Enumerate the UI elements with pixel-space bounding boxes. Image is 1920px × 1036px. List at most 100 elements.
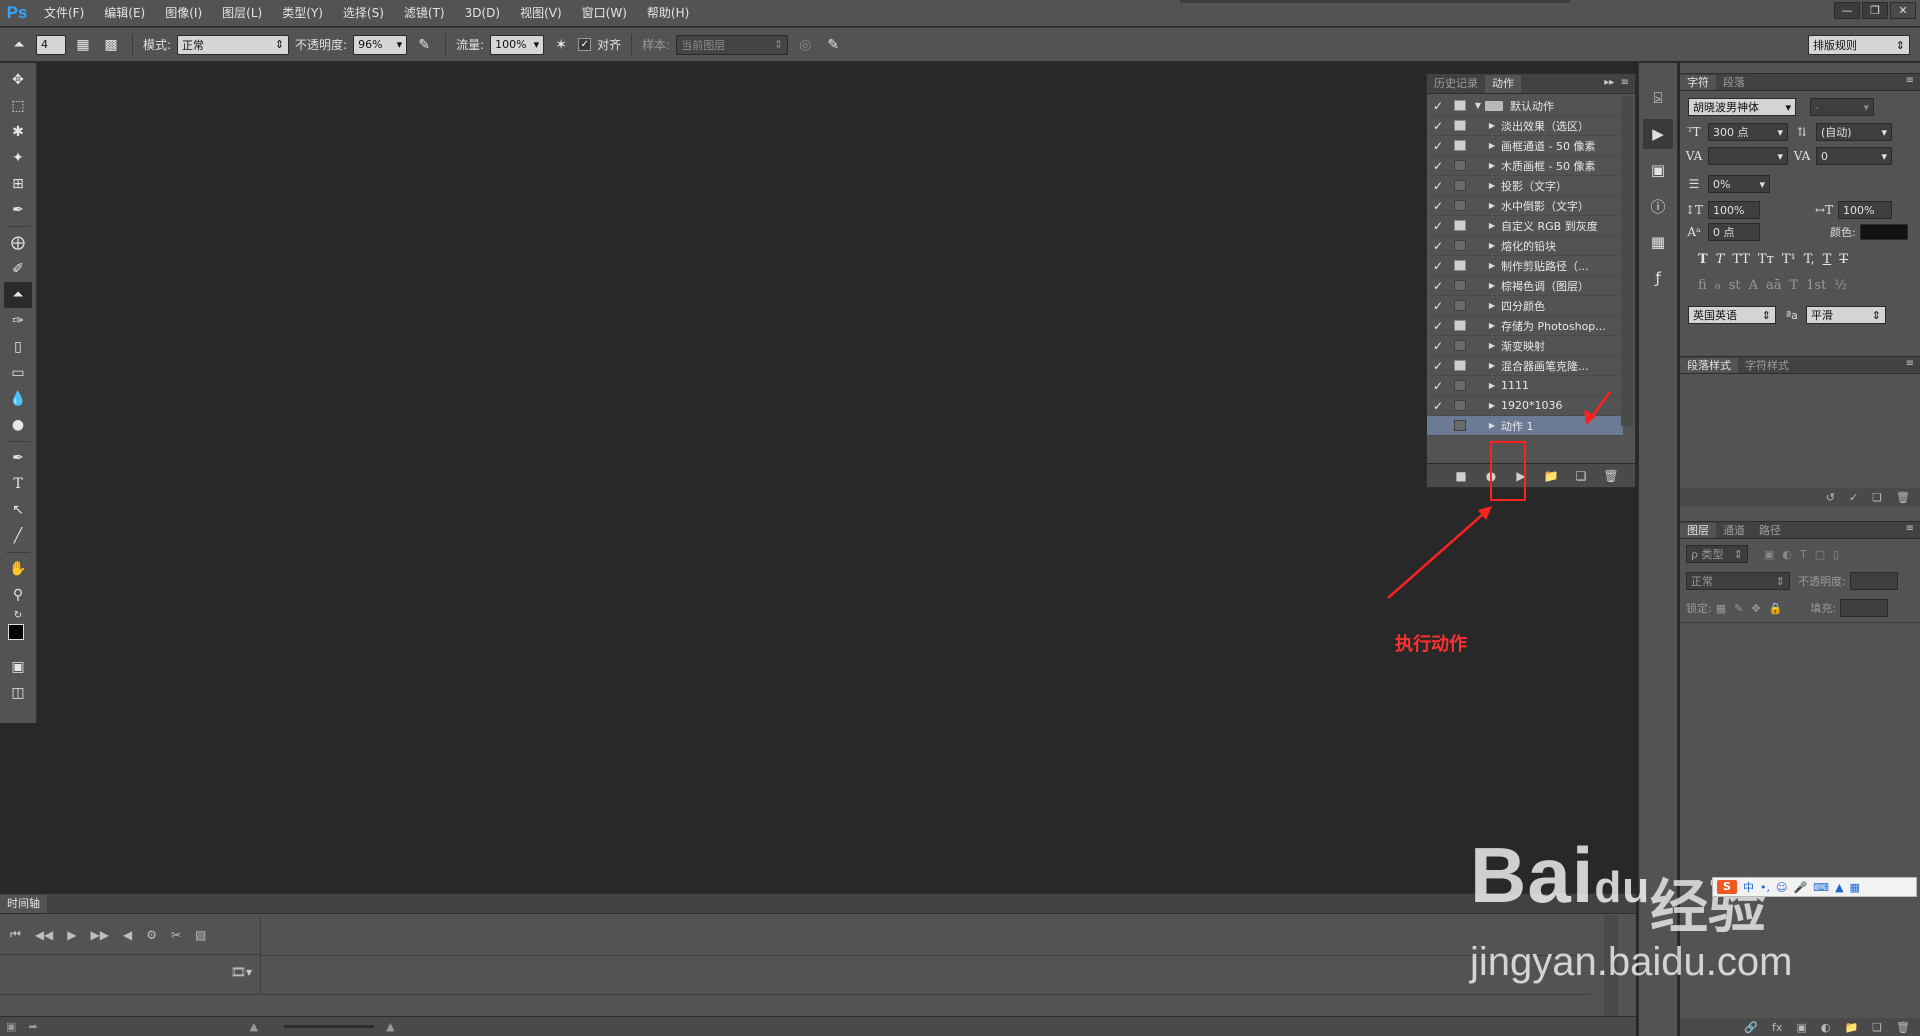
check-icon[interactable]: ✓ bbox=[1427, 119, 1449, 133]
old-style-button[interactable]: ℴ bbox=[1715, 278, 1721, 293]
quick-mask-icon[interactable]: ▣ bbox=[4, 654, 32, 680]
collapsed-triangle-icon[interactable]: ▶ bbox=[1485, 281, 1499, 290]
dialog-toggle[interactable] bbox=[1454, 180, 1466, 191]
strikethrough-button[interactable]: T bbox=[1839, 252, 1848, 267]
crop-tool-icon[interactable]: ⊞ bbox=[4, 171, 32, 197]
ordinals-button[interactable]: 1st bbox=[1806, 278, 1826, 293]
clone-stamp-preset-icon[interactable]: ⏶ bbox=[8, 34, 30, 56]
history-panel-icon[interactable]: ⍄ bbox=[1643, 83, 1673, 113]
move-tool-icon[interactable]: ✥ bbox=[4, 67, 32, 93]
keyboard-icon[interactable]: ⌨ bbox=[1813, 881, 1829, 894]
dialog-toggle[interactable] bbox=[1454, 300, 1466, 311]
layer-style-icon[interactable]: fx bbox=[1772, 1021, 1782, 1034]
audio-icon[interactable]: ◀ bbox=[123, 928, 132, 942]
swatches-icon[interactable]: ▦ bbox=[1643, 227, 1673, 257]
play-icon[interactable]: ▶ bbox=[67, 928, 76, 942]
dialog-toggle[interactable] bbox=[1454, 160, 1466, 171]
info-icon[interactable]: ⓘ bbox=[1643, 191, 1673, 221]
new-layer-icon[interactable]: ❏ bbox=[1872, 1021, 1882, 1034]
action-row[interactable]: ✓ ▶ 水中倒影（文字） bbox=[1427, 196, 1623, 216]
foreground-color[interactable] bbox=[8, 624, 24, 640]
commit-icon[interactable]: ✓ bbox=[1849, 491, 1858, 504]
microphone-icon[interactable]: 🎤 bbox=[1793, 881, 1807, 894]
action-row[interactable]: ✓ ▶ 自定义 RGB 到灰度 bbox=[1427, 216, 1623, 236]
pressure-size-icon[interactable]: ✎ bbox=[822, 34, 844, 56]
delete-style-icon[interactable]: 🗑 bbox=[1896, 491, 1910, 504]
dialog-toggle[interactable] bbox=[1454, 200, 1466, 211]
zoom-tool-icon[interactable]: ⚲ bbox=[4, 582, 32, 608]
new-set-icon[interactable]: 📁 bbox=[1543, 469, 1559, 483]
action-row[interactable]: ✓ ▶ 熔化的铅块 bbox=[1427, 236, 1623, 256]
tab-paragraph-styles[interactable]: 段落样式 bbox=[1680, 358, 1738, 373]
frame-animation-icon[interactable]: ▣ bbox=[6, 1020, 16, 1033]
baseline-shift-field[interactable]: 0 点 bbox=[1708, 223, 1760, 241]
layer-fill-field[interactable] bbox=[1839, 599, 1888, 617]
collapsed-triangle-icon[interactable]: ▶ bbox=[1485, 221, 1499, 230]
ignore-adjustment-icon[interactable]: ◎ bbox=[794, 34, 816, 56]
subscript-button[interactable]: T, bbox=[1804, 252, 1815, 267]
actions-panel-icon[interactable]: ▶ bbox=[1643, 119, 1673, 149]
all-caps-button[interactable]: TT bbox=[1732, 252, 1750, 267]
check-icon[interactable]: ✓ bbox=[1427, 159, 1449, 173]
lock-icons[interactable]: ▦✎✥🔒 bbox=[1716, 602, 1791, 615]
timeline-zoom-slider[interactable] bbox=[284, 1025, 375, 1028]
settings-gear-icon[interactable]: ⚙ bbox=[146, 928, 157, 942]
action-row[interactable]: ✓ ▶ 四分颜色 bbox=[1427, 296, 1623, 316]
opacity-select[interactable]: 96% ▾ bbox=[353, 34, 408, 55]
action-row[interactable]: ✓ ▶ 1111 bbox=[1427, 376, 1623, 396]
sogou-logo[interactable]: S bbox=[1717, 880, 1737, 894]
dialog-toggle[interactable] bbox=[1454, 260, 1466, 271]
marquee-tool-icon[interactable]: ⬚ bbox=[4, 93, 32, 119]
dialog-toggle[interactable] bbox=[1454, 280, 1466, 291]
lasso-tool-icon[interactable]: ✱ bbox=[4, 119, 32, 145]
check-icon[interactable]: ✓ bbox=[1427, 339, 1449, 353]
check-icon[interactable]: ✓ bbox=[1427, 319, 1449, 333]
action-row[interactable]: ✓ ▶ 混合器画笔克隆... bbox=[1427, 356, 1623, 376]
collapsed-triangle-icon[interactable]: ▶ bbox=[1485, 361, 1499, 370]
vertical-scale-field[interactable]: 100% bbox=[1708, 201, 1760, 219]
faux-italic-button[interactable]: T bbox=[1716, 252, 1725, 267]
collapsed-triangle-icon[interactable]: ▶ bbox=[1485, 321, 1499, 330]
collapsed-triangle-icon[interactable]: ▶ bbox=[1485, 341, 1499, 350]
delete-layer-icon[interactable]: 🗑 bbox=[1896, 1021, 1910, 1034]
mode-select[interactable]: 正常 ⇕ bbox=[177, 34, 290, 55]
dialog-toggle[interactable] bbox=[1454, 140, 1466, 151]
collapsed-triangle-icon[interactable]: ▶ bbox=[1485, 421, 1499, 430]
transition-icon[interactable]: ▧ bbox=[195, 928, 206, 942]
superscript-button[interactable]: T¹ bbox=[1782, 252, 1796, 267]
punctuation-icon[interactable]: •, bbox=[1760, 881, 1770, 894]
gradient-tool-icon[interactable]: ▭ bbox=[4, 360, 32, 386]
eyedropper-tool-icon[interactable]: ✒ bbox=[4, 197, 32, 223]
panel-menu-icon[interactable]: ≡ bbox=[1906, 523, 1914, 534]
dialog-toggle[interactable] bbox=[1454, 320, 1466, 331]
emoji-icon[interactable]: ☺ bbox=[1776, 881, 1787, 894]
expanded-triangle-icon[interactable]: ▼ bbox=[1471, 101, 1485, 110]
text-color-swatch[interactable] bbox=[1859, 224, 1908, 240]
zoom-out-icon[interactable]: ▲ bbox=[250, 1020, 258, 1033]
render-icon[interactable]: ➦ bbox=[28, 1020, 37, 1033]
path-selection-tool-icon[interactable]: ↖ bbox=[4, 497, 32, 523]
antialias-select[interactable]: 平滑 ⇕ bbox=[1805, 306, 1886, 324]
tools-icon[interactable]: ▦ bbox=[1850, 881, 1860, 894]
tab-actions[interactable]: 动作 bbox=[1485, 75, 1521, 93]
layer-filter-select[interactable]: ρ 类型 ⇕ bbox=[1686, 545, 1748, 563]
action-set-row[interactable]: ✓ ▼ 默认动作 bbox=[1427, 96, 1623, 116]
add-mask-icon[interactable]: ▣ bbox=[1796, 1021, 1806, 1034]
history-brush-tool-icon[interactable]: ✑ bbox=[4, 308, 32, 334]
check-icon[interactable]: ✓ bbox=[1427, 359, 1449, 373]
tab-timeline[interactable]: 时间轴 bbox=[0, 895, 47, 913]
check-icon[interactable]: ✓ bbox=[1427, 139, 1449, 153]
collapsed-triangle-icon[interactable]: ▶ bbox=[1485, 301, 1499, 310]
styles-icon[interactable]: ƒ bbox=[1643, 263, 1673, 293]
airbrush-icon[interactable]: ✶ bbox=[550, 34, 572, 56]
link-layers-icon[interactable]: 🔗 bbox=[1744, 1021, 1758, 1034]
small-caps-button[interactable]: Tт bbox=[1758, 252, 1774, 267]
layer-opacity-field[interactable] bbox=[1849, 572, 1898, 590]
check-icon[interactable]: ✓ bbox=[1427, 379, 1449, 393]
collapsed-triangle-icon[interactable]: ▶ bbox=[1485, 181, 1499, 190]
new-group-icon[interactable]: 📁 bbox=[1844, 1021, 1858, 1034]
blur-tool-icon[interactable]: 💧 bbox=[4, 386, 32, 412]
check-icon[interactable]: ✓ bbox=[1427, 239, 1449, 253]
new-style-icon[interactable]: ❏ bbox=[1872, 491, 1882, 504]
discretionary-ligatures-button[interactable]: st bbox=[1729, 278, 1741, 293]
